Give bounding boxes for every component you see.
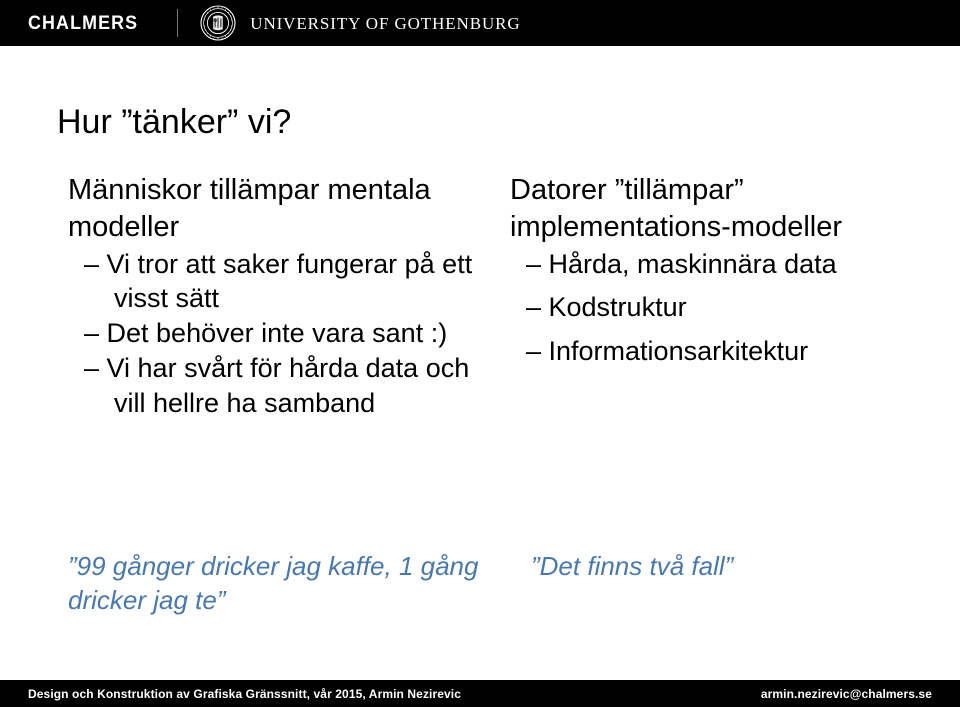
left-column-quote: ”99 gånger dricker jag kaffe, 1 gång dri…	[68, 551, 479, 615]
right-content-column: Datorer ”tillämpar” implementations-mode…	[500, 172, 960, 378]
right-column-lead-text: Datorer ”tillämpar” implementations-mode…	[510, 174, 843, 243]
gothenburg-university-logo: UNIVERSITY OF GOTHENBURG	[250, 13, 521, 33]
left-content-column: Människor tillämpar mentala modeller – V…	[0, 172, 500, 421]
list-item: – Kodstruktur	[526, 292, 687, 323]
slide-footer-bar: Design och Konstruktion av Grafiska Grän…	[0, 680, 960, 707]
gothenburg-university-seal-icon	[200, 5, 236, 41]
footer-email: armin.nezirevic@chalmers.se	[760, 686, 932, 701]
left-column-bullet-list: – Vi tror att saker fungerar på ett viss…	[68, 247, 490, 421]
list-item: – Det behöver inte vara sant :)	[84, 318, 448, 349]
list-item: – Informationsarkitektur	[526, 336, 809, 367]
two-column-layout: Människor tillämpar mentala modeller – V…	[0, 172, 960, 421]
slide-header-bar: CHALMERS UNIVERSITY OF GOTHENBURG	[0, 0, 960, 46]
left-column-lead-text: Människor tillämpar mentala modeller	[68, 174, 431, 243]
vertical-divider-icon	[177, 9, 179, 37]
right-column-quote: ”Det finns två fall”	[531, 551, 734, 581]
chalmers-logo: CHALMERS	[28, 12, 139, 34]
right-column-bullet-list: – Hårda, maskinnära data – Kodstruktur –…	[510, 247, 940, 369]
list-item: – Hårda, maskinnära data	[526, 248, 837, 279]
slide-content-area: Hur ”tänker” vi? Människor tillämpar men…	[0, 46, 960, 707]
slide-title: Hur ”tänker” vi?	[57, 103, 292, 141]
list-item: – Vi har svårt för hårda data och vill h…	[84, 353, 470, 418]
presentation-slide: CHALMERS UNIVERSITY OF GOTHENBURG Hur ”t…	[0, 0, 960, 707]
footer-course-info: Design och Konstruktion av Grafiska Grän…	[28, 686, 462, 701]
list-item: – Vi tror att saker fungerar på ett viss…	[84, 248, 473, 314]
